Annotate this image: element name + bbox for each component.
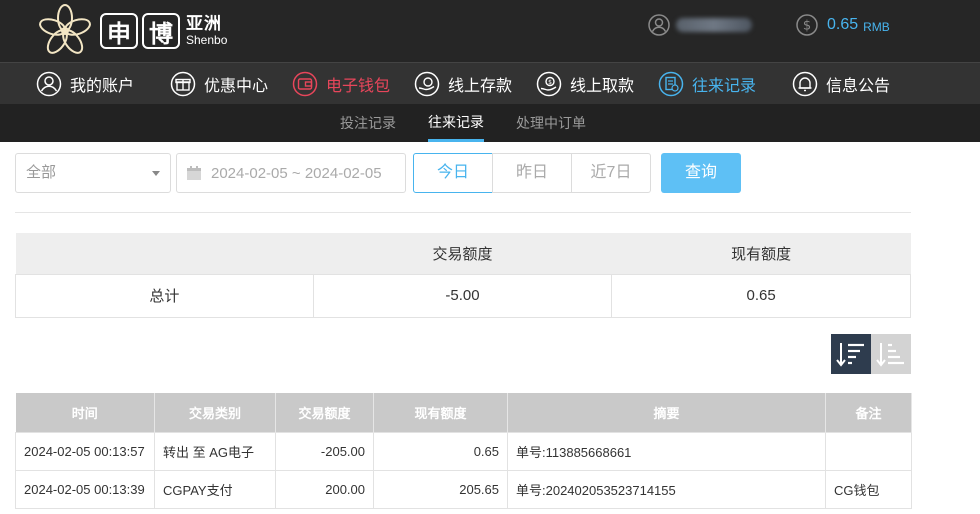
header-summary[interactable]: 摘要 — [507, 393, 826, 432]
summary-table: 交易额度 现有额度 总计 -5.00 0.65 — [15, 233, 911, 318]
nav-label: 优惠中心 — [204, 78, 269, 95]
header-remark[interactable]: 备注 — [825, 393, 912, 432]
logo-en-text: Shenbo — [186, 33, 228, 47]
nav-my-account[interactable]: 我的账户 — [36, 63, 134, 105]
nav-label: 信息公告 — [826, 78, 891, 95]
summary-header-row: 交易额度 现有额度 — [15, 233, 911, 274]
type-select-value: 全部 — [26, 164, 57, 181]
cell-current-balance: 205.65 — [373, 469, 508, 509]
balance-value: 0.65 — [827, 16, 859, 33]
records-header-row: 时间 交易类别 交易额度 现有额度 摘要 备注 — [15, 393, 912, 432]
summary-current-balance: 0.65 — [611, 273, 911, 318]
site-logo[interactable]: 申 博 亚洲 Shenbo — [34, 2, 227, 60]
nav-label: 我的账户 — [70, 78, 135, 95]
user-avatar-icon — [648, 14, 670, 36]
bell-icon — [792, 71, 818, 97]
summary-label: 总计 — [15, 273, 314, 318]
chevron-down-icon — [152, 171, 160, 176]
user-info[interactable] — [648, 14, 752, 36]
nav-online-withdraw[interactable]: $ 线上取款 — [536, 63, 634, 105]
query-button[interactable]: 查询 — [661, 153, 741, 193]
nav-label: 电子钱包 — [326, 78, 391, 95]
main-nav: 我的账户 优惠中心 电子钱包 线上存款 $ 线上取款 往来记录 信息公告 — [0, 62, 980, 104]
tab-bet-records[interactable]: 投注记录 — [340, 104, 396, 142]
table-row: 2024-02-05 00:13:57 转出 至 AG电子 -205.00 0.… — [15, 431, 912, 471]
balance-unit: RMB — [863, 19, 890, 34]
header-transaction-amount[interactable]: 交易额度 — [275, 393, 374, 432]
nav-announcements[interactable]: 信息公告 — [792, 63, 890, 105]
cell-summary: 单号:202402053523714155 — [507, 469, 826, 509]
logo-text: 亚洲 Shenbo — [186, 14, 228, 48]
cell-current-balance: 0.65 — [373, 431, 508, 471]
header-transaction-type[interactable]: 交易类别 — [154, 393, 276, 432]
balance-display: $ 0.65 RMB — [796, 14, 890, 36]
table-row: 2024-02-05 00:13:39 CGPAY支付 200.00 205.6… — [15, 469, 912, 509]
summary-header-cell: 交易额度 — [313, 233, 612, 274]
nav-promotions[interactable]: 优惠中心 — [170, 63, 268, 105]
cell-summary: 单号:113885668661 — [507, 431, 826, 471]
yesterday-button[interactable]: 昨日 — [492, 153, 572, 193]
logo-char-1: 申 — [100, 13, 138, 49]
records-icon — [658, 71, 684, 97]
deposit-icon — [414, 71, 440, 97]
gift-icon — [170, 71, 196, 97]
nav-label: 线上取款 — [570, 78, 635, 95]
username-blurred — [676, 18, 752, 32]
date-range-value: 2024-02-05 ~ 2024-02-05 — [211, 164, 382, 182]
tab-pending-orders[interactable]: 处理中订单 — [516, 104, 586, 142]
logo-char-2: 博 — [142, 13, 180, 49]
nav-transaction-records[interactable]: 往来记录 — [658, 63, 756, 105]
cell-transaction-type: 转出 至 AG电子 — [154, 431, 276, 471]
summary-header-cell — [15, 233, 314, 274]
nav-e-wallet[interactable]: 电子钱包 — [292, 63, 390, 105]
top-header: 申 博 亚洲 Shenbo $ 0.65 RMB — [0, 0, 980, 62]
cell-transaction-type: CGPAY支付 — [154, 469, 276, 509]
summary-header-cell: 现有额度 — [611, 233, 911, 274]
today-button[interactable]: 今日 — [413, 153, 493, 193]
withdraw-icon: $ — [536, 71, 562, 97]
header-time[interactable]: 时间 — [15, 393, 155, 432]
nav-label: 线上存款 — [448, 78, 513, 95]
cell-transaction-amount: 200.00 — [275, 469, 374, 509]
sort-descending-icon — [836, 343, 864, 367]
cell-time: 2024-02-05 00:13:39 — [15, 469, 155, 509]
cell-remark: CG钱包 — [825, 469, 912, 509]
svg-text:$: $ — [803, 19, 811, 34]
sort-asc-button[interactable] — [871, 334, 911, 374]
type-select[interactable]: 全部 — [15, 153, 171, 193]
user-icon — [36, 71, 62, 97]
flower-logo-icon — [39, 4, 91, 54]
dollar-icon: $ — [796, 14, 818, 36]
summary-total-row: 总计 -5.00 0.65 — [15, 273, 911, 318]
header-current-balance[interactable]: 现有额度 — [373, 393, 508, 432]
last-7-days-button[interactable]: 近7日 — [571, 153, 651, 193]
sort-ascending-icon — [876, 343, 904, 367]
calendar-icon — [187, 166, 201, 180]
cell-remark — [825, 431, 912, 471]
summary-transaction-amount: -5.00 — [312, 273, 613, 318]
divider — [15, 212, 911, 213]
nav-online-deposit[interactable]: 线上存款 — [414, 63, 512, 105]
nav-label: 往来记录 — [692, 78, 757, 95]
cell-transaction-amount: -205.00 — [275, 431, 374, 471]
date-range-input[interactable]: 2024-02-05 ~ 2024-02-05 — [176, 153, 406, 193]
logo-cn-text: 亚洲 — [186, 14, 222, 33]
cell-time: 2024-02-05 00:13:57 — [15, 431, 155, 471]
wallet-icon — [292, 71, 318, 97]
records-table: 时间 交易类别 交易额度 现有额度 摘要 备注 2024-02-05 00:13… — [15, 393, 912, 509]
svg-text:$: $ — [548, 79, 552, 86]
sub-nav: 投注记录 往来记录 处理中订单 — [0, 104, 980, 142]
tab-transaction-records[interactable]: 往来记录 — [428, 104, 484, 142]
sort-desc-button[interactable] — [831, 334, 871, 374]
